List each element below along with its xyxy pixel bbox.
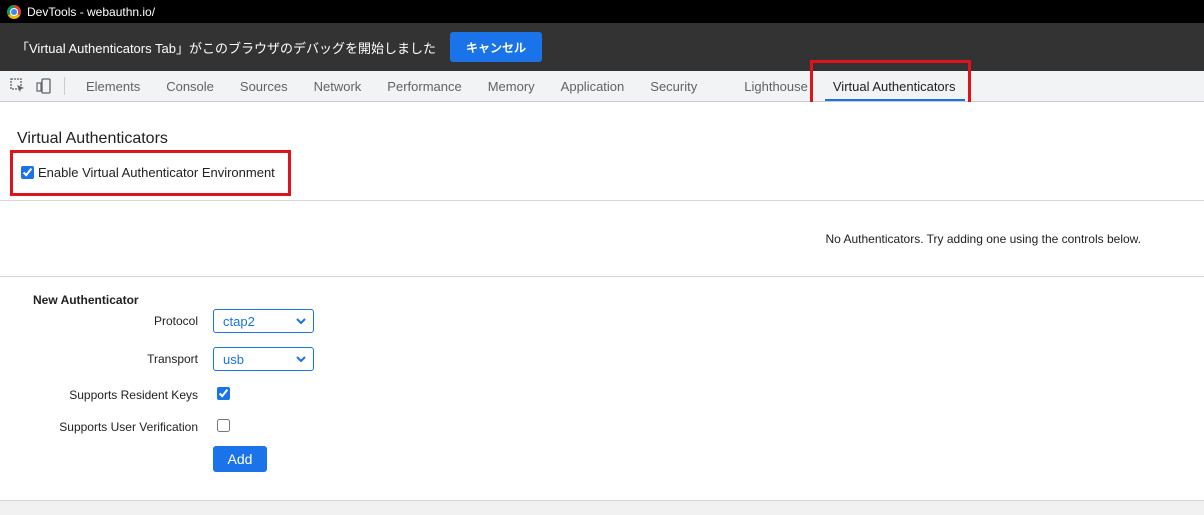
user-verification-checkbox[interactable] bbox=[217, 419, 230, 432]
tab-label: Network bbox=[313, 78, 362, 94]
transport-select[interactable]: usb bbox=[213, 347, 314, 371]
devtools-tab-strip: Elements Console Sources Network Perform… bbox=[0, 71, 1204, 102]
tab-sources[interactable]: Sources bbox=[227, 71, 301, 101]
resident-keys-checkbox[interactable] bbox=[217, 387, 230, 400]
tab-memory[interactable]: Memory bbox=[475, 71, 548, 101]
tab-lighthouse[interactable]: Lighthouse bbox=[731, 71, 821, 101]
toolbar-divider bbox=[64, 77, 65, 95]
tab-label: Performance bbox=[387, 78, 462, 94]
enable-environment-checkbox[interactable] bbox=[21, 166, 34, 179]
chrome-icon bbox=[7, 4, 21, 19]
bottom-area bbox=[0, 500, 1204, 515]
banner-message: 「Virtual Authenticators Tab」がこのブラウザのデバッグ… bbox=[16, 40, 436, 56]
tab-performance[interactable]: Performance bbox=[374, 71, 474, 101]
panel-heading: Virtual Authenticators bbox=[17, 130, 168, 147]
tab-label: Security bbox=[650, 78, 698, 94]
tab-elements[interactable]: Elements bbox=[73, 71, 153, 101]
tab-application[interactable]: Application bbox=[548, 71, 638, 101]
user-verification-label: Supports User Verification bbox=[59, 420, 198, 434]
tab-security[interactable]: Security bbox=[637, 71, 731, 101]
chevron-down-icon bbox=[295, 353, 307, 368]
tab-label: Sources bbox=[239, 78, 288, 94]
device-toolbar-icon[interactable] bbox=[34, 76, 54, 96]
chevron-down-icon bbox=[295, 315, 307, 330]
tab-label: Console bbox=[166, 78, 214, 94]
empty-authenticators-message: No Authenticators. Try adding one using … bbox=[825, 232, 1141, 246]
tab-label: Elements bbox=[86, 78, 141, 94]
protocol-value: ctap2 bbox=[223, 313, 255, 329]
enable-environment-row[interactable]: Enable Virtual Authenticator Environment bbox=[21, 165, 275, 180]
cancel-button[interactable]: キャンセル bbox=[449, 32, 542, 62]
tab-network[interactable]: Network bbox=[301, 71, 375, 101]
tab-virtual-authenticators[interactable]: Virtual Authenticators bbox=[821, 71, 969, 101]
toolbar-icons bbox=[0, 71, 64, 101]
add-authenticator-button[interactable]: Add bbox=[213, 446, 267, 472]
transport-value: usb bbox=[223, 351, 244, 367]
tab-label: Virtual Authenticators bbox=[832, 78, 956, 94]
virtual-authenticators-panel: Virtual Authenticators Enable Virtual Au… bbox=[0, 102, 1204, 500]
protocol-select[interactable]: ctap2 bbox=[213, 309, 314, 333]
tab-label: Lighthouse bbox=[744, 78, 808, 94]
protocol-label: Protocol bbox=[153, 314, 198, 328]
transport-label: Transport bbox=[147, 352, 198, 366]
resident-keys-label: Supports Resident Keys bbox=[69, 388, 198, 402]
new-authenticator-title: New Authenticator bbox=[33, 293, 139, 307]
tab-label: Application bbox=[560, 78, 625, 94]
tab-console[interactable]: Console bbox=[153, 71, 227, 101]
enable-environment-label: Enable Virtual Authenticator Environment bbox=[38, 165, 275, 180]
window-title: DevTools - webauthn.io/ bbox=[27, 4, 156, 19]
divider bbox=[0, 276, 1204, 277]
debug-banner: 「Virtual Authenticators Tab」がこのブラウザのデバッグ… bbox=[0, 23, 1204, 71]
inspect-element-icon[interactable] bbox=[8, 76, 28, 96]
title-bar: DevTools - webauthn.io/ bbox=[0, 0, 1204, 23]
divider bbox=[0, 200, 1204, 201]
tab-label: Memory bbox=[487, 78, 535, 94]
